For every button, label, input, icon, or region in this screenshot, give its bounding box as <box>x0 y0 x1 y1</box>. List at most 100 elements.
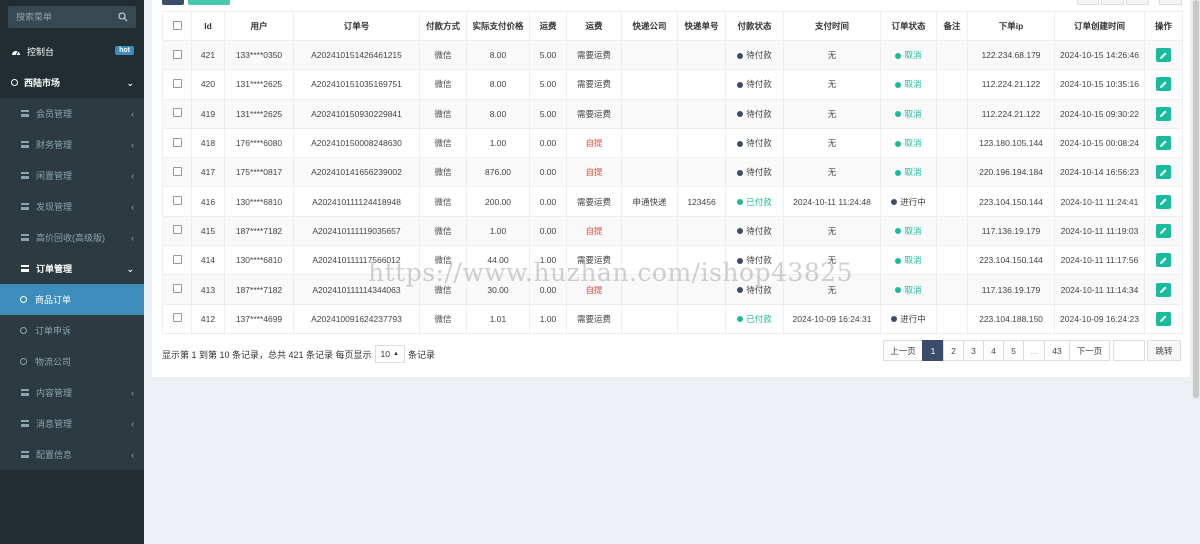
edit-button[interactable] <box>1156 311 1171 326</box>
edit-button[interactable] <box>1156 223 1171 238</box>
table-row[interactable]: 413 187****7182 A202410111114344063 微信 30.00… <box>162 274 1183 305</box>
row-checkbox[interactable] <box>172 78 182 88</box>
sidebar-item-product-orders[interactable]: 商品订单 <box>0 284 144 315</box>
select-all-checkbox[interactable] <box>172 20 182 30</box>
page-button[interactable]: 2 <box>943 340 964 361</box>
column-header[interactable]: 运费 <box>566 11 622 41</box>
sidebar-item-finance[interactable]: 财务管理 ‹ <box>0 129 144 160</box>
sidebar-item-config[interactable]: 配置信息 ‹ <box>0 439 144 470</box>
edit-button[interactable] <box>1156 194 1171 209</box>
sidebar-item-label: 配置信息 <box>36 450 73 460</box>
toolbar <box>162 0 230 5</box>
menu-search-input[interactable] <box>8 6 136 28</box>
edit-button[interactable] <box>1156 136 1171 151</box>
column-header[interactable]: 备注 <box>936 11 968 41</box>
cell-user: 137****4699 <box>224 303 294 334</box>
sidebar-item-content[interactable]: 内容管理 ‹ <box>0 377 144 408</box>
column-header[interactable]: 实际支付价格 <box>466 11 530 41</box>
cell-created: 2024-10-15 10:35:16 <box>1054 69 1145 100</box>
table-row[interactable]: 421 133****0350 A202410151426461215 微信 8.00 5… <box>162 39 1183 71</box>
status-dot-icon <box>895 228 902 235</box>
column-header[interactable]: 下单ip <box>967 11 1055 41</box>
table-row[interactable]: 415 187****7182 A202410111119035657 微信 1.00 0… <box>162 215 1183 247</box>
pencil-icon <box>1160 140 1167 147</box>
column-header[interactable]: Id <box>191 11 225 41</box>
row-checkbox[interactable] <box>172 225 182 235</box>
next-page-button[interactable]: 下一页 <box>1069 340 1110 361</box>
column-header[interactable]: 运费 <box>529 11 567 41</box>
scrollbar-track[interactable] <box>1192 0 1200 400</box>
refresh-button[interactable] <box>162 0 184 5</box>
column-header[interactable]: 订单创建时间 <box>1054 11 1145 41</box>
jump-page-input[interactable] <box>1113 340 1145 361</box>
pencil-icon <box>1160 198 1167 206</box>
column-header[interactable]: 用户 <box>224 11 294 41</box>
row-checkbox[interactable] <box>172 49 182 59</box>
page-button[interactable]: 43 <box>1044 340 1070 361</box>
sidebar-item-idle[interactable]: 闲置管理 ‹ <box>0 160 144 191</box>
edit-button[interactable] <box>1156 253 1171 268</box>
column-header[interactable]: 付款状态 <box>725 11 784 41</box>
row-checkbox[interactable] <box>172 196 182 206</box>
sidebar-item-order-appeal[interactable]: 订单申诉 <box>0 315 144 346</box>
sidebar-item-logistics[interactable]: 物流公司 <box>0 346 144 377</box>
sidebar-item-recycle[interactable]: 高价回收(高级版) ‹ <box>0 222 144 253</box>
row-checkbox[interactable] <box>172 166 182 176</box>
column-header[interactable]: 快递单号 <box>677 11 726 41</box>
add-button[interactable] <box>188 0 230 5</box>
cell-freight: 0.00 <box>529 186 567 217</box>
column-header[interactable]: 快递公司 <box>621 11 678 41</box>
cell-express <box>621 245 678 276</box>
page-button[interactable]: 3 <box>963 340 984 361</box>
status-dot-icon <box>737 316 744 323</box>
sidebar-item-discover[interactable]: 发现管理 ‹ <box>0 191 144 222</box>
toolbar-button[interactable] <box>1077 0 1099 5</box>
edit-button[interactable] <box>1156 165 1171 180</box>
sidebar-item-members[interactable]: 会员管理 ‹ <box>0 98 144 129</box>
table-row[interactable]: 417 175****0817 A202410141656239002 微信 876.0… <box>162 157 1183 188</box>
toolbar-button[interactable] <box>1159 0 1182 5</box>
order-status-text: 取消 <box>904 108 922 119</box>
scrollbar-thumb[interactable] <box>1193 0 1199 398</box>
pay-status-text: 已付款 <box>746 196 772 207</box>
cell-user: 176****6080 <box>224 127 294 159</box>
sidebar-item-market[interactable]: 西陆市场 ⌄ <box>0 67 144 98</box>
cell-express-no <box>677 303 726 334</box>
row-checkbox[interactable] <box>172 313 182 323</box>
page-button[interactable]: 5 <box>1003 340 1024 361</box>
cell-ip: 223.104.150.144 <box>967 245 1055 276</box>
table-row[interactable]: 412 137****4699 A202410091624237793 微信 1.01 1… <box>162 303 1183 334</box>
cell-pay-status: 待付款 <box>725 98 784 129</box>
table-row[interactable]: 419 131****2625 A202410150930229841 微信 8.00 5… <box>162 98 1183 129</box>
toolbar-button[interactable] <box>1126 0 1149 5</box>
edit-button[interactable] <box>1156 282 1171 297</box>
row-select-cell <box>162 98 192 129</box>
toolbar-button[interactable] <box>1101 0 1124 5</box>
edit-button[interactable] <box>1156 106 1171 121</box>
prev-page-button[interactable]: 上一页 <box>883 340 923 361</box>
row-checkbox[interactable] <box>172 108 182 118</box>
row-checkbox[interactable] <box>172 254 182 264</box>
column-header[interactable]: 订单状态 <box>880 11 937 41</box>
table-row[interactable]: 416 130****6810 A202410111124418948 微信 200.0… <box>162 186 1183 217</box>
sidebar-item-messages[interactable]: 消息管理 ‹ <box>0 408 144 439</box>
sidebar-item-dashboard[interactable]: 控制台 hot <box>0 36 144 67</box>
sidebar-item-orders[interactable]: 订单管理 ⌄ <box>0 253 144 284</box>
page-button[interactable]: 1 <box>922 340 944 361</box>
column-header[interactable]: 付款方式 <box>419 11 467 41</box>
row-checkbox[interactable] <box>172 284 182 294</box>
column-header[interactable]: 订单号 <box>293 11 420 41</box>
edit-button[interactable] <box>1156 48 1171 63</box>
page-button[interactable]: 4 <box>983 340 1004 361</box>
page-size-select[interactable]: 10 ▲ <box>374 345 405 363</box>
search-icon[interactable] <box>118 12 128 22</box>
column-header[interactable]: 支付时间 <box>783 11 881 41</box>
table-row[interactable]: 420 131****2625 A202410151035169751 微信 8.00 5… <box>162 69 1183 100</box>
sidebar-item-label: 消息管理 <box>36 419 73 429</box>
jump-button[interactable]: 跳转 <box>1147 340 1181 361</box>
table-row[interactable]: 414 130****6810 A202410111117566012 微信 44.00… <box>162 245 1183 276</box>
cell-remark <box>936 303 968 334</box>
row-checkbox[interactable] <box>172 137 182 147</box>
edit-button[interactable] <box>1156 77 1171 92</box>
table-row[interactable]: 418 176****6080 A202410150008248630 微信 1.00 0… <box>162 127 1183 159</box>
